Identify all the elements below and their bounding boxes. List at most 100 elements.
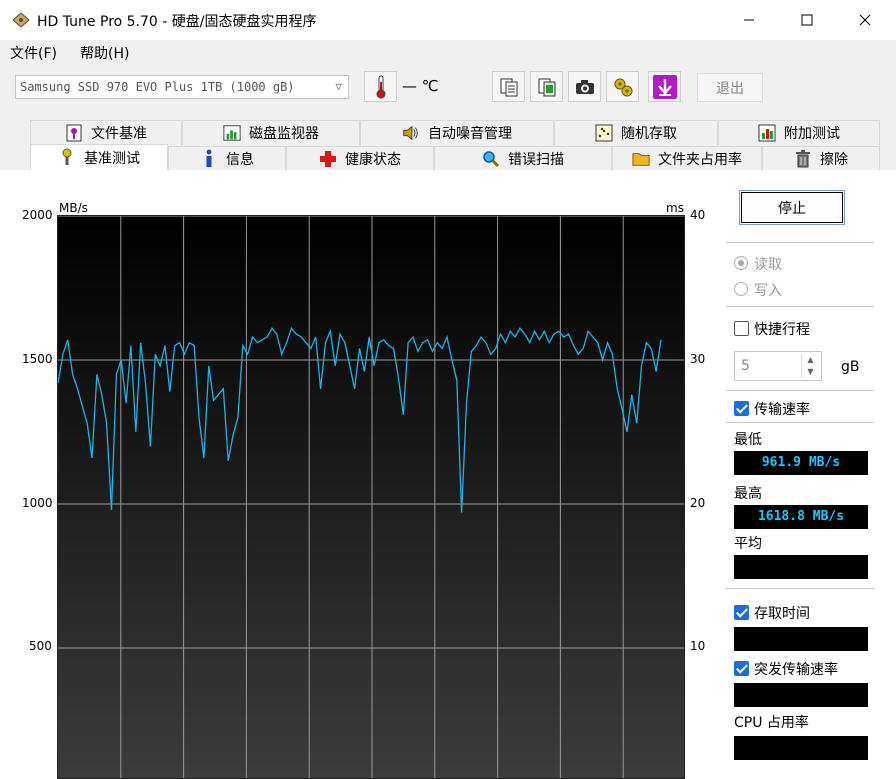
drive-select-value: Samsung SSD 970 EVO Plus 1TB (1000 gB) — [20, 80, 295, 94]
exit-button[interactable]: 退出 — [697, 73, 763, 102]
drive-select[interactable]: Samsung SSD 970 EVO Plus 1TB (1000 gB) ▽ — [15, 75, 349, 99]
chevron-down-icon: ▽ — [335, 80, 342, 93]
read-label: 读取 — [754, 257, 782, 273]
quick-stroke-value: 5 — [741, 358, 750, 374]
tab-folder-usage-label: 文件夹占用率 — [658, 152, 742, 168]
avg-value — [734, 555, 868, 579]
quick-stroke-label: 快捷行程 — [754, 322, 810, 338]
thermometer-icon — [376, 75, 385, 98]
divider — [726, 242, 874, 243]
write-label: 写入 — [754, 283, 782, 299]
tab-error-scan[interactable]: 错误扫描 — [434, 146, 612, 171]
close-icon — [859, 14, 871, 26]
health-cross-icon — [319, 150, 337, 168]
folder-icon — [632, 150, 650, 168]
access-time-label: 存取时间 — [754, 606, 810, 622]
menu-file[interactable]: 文件(F) — [10, 43, 57, 63]
camera-icon — [575, 79, 594, 94]
tab-info[interactable]: 信息 — [168, 146, 286, 171]
divider — [726, 390, 874, 391]
tab-disk-monitor[interactable]: 磁盘监视器 — [182, 120, 360, 145]
save-button[interactable] — [648, 71, 681, 102]
transfer-rate-chart — [58, 216, 684, 778]
left-tick-1000: 1000 — [22, 496, 53, 510]
read-radio[interactable] — [734, 256, 748, 270]
tab-health-label: 健康状态 — [345, 152, 401, 168]
settings-icon — [614, 78, 632, 96]
transfer-rate-checkbox[interactable] — [734, 401, 749, 416]
copy-text-button[interactable] — [492, 71, 525, 102]
stepper-up-icon[interactable]: ▲ — [802, 354, 819, 366]
extra-tests-icon — [758, 124, 776, 142]
max-value: 1618.8 MB/s — [734, 505, 868, 529]
stepper-arrows[interactable]: ▲ ▼ — [801, 354, 819, 378]
left-tick-500: 500 — [29, 639, 52, 653]
disk-app-icon — [12, 12, 30, 28]
minimize-button[interactable] — [720, 0, 778, 40]
cpu-usage-label: CPU 占用率 — [734, 715, 809, 731]
screenshot-button[interactable] — [568, 71, 601, 102]
hdtune-window: HD Tune Pro 5.70 - 硬盘/固态硬盘实用程序 文件(F) 帮助(… — [0, 0, 896, 779]
write-radio[interactable] — [734, 282, 748, 296]
tab-health[interactable]: 健康状态 — [286, 146, 434, 171]
benchmark-graph: MB/s ms 2000 1500 1000 500 40 30 20 10 — [0, 170, 720, 779]
left-axis-unit: MB/s — [59, 201, 88, 215]
plot-area — [57, 215, 685, 779]
tab-erase[interactable]: 擦除 — [762, 146, 880, 171]
right-axis-unit: ms — [666, 201, 684, 215]
right-tick-10: 10 — [690, 639, 706, 653]
toolbar: Samsung SSD 970 EVO Plus 1TB (1000 gB) ▽… — [0, 66, 896, 108]
tab-file-benchmark[interactable]: 文件基准 — [30, 120, 182, 145]
stop-button[interactable]: 停止 — [739, 190, 845, 225]
burst-rate-value — [734, 683, 868, 707]
burst-rate-checkbox[interactable] — [734, 661, 749, 676]
close-button[interactable] — [836, 0, 894, 40]
quick-stroke-stepper[interactable]: 5 ▲ ▼ — [734, 351, 822, 381]
quick-stroke-unit: gB — [841, 359, 860, 375]
temperature-readout: — ℃ — [402, 77, 439, 95]
tab-random-access[interactable]: 随机存取 — [554, 120, 718, 145]
options-button[interactable] — [606, 71, 639, 102]
window-title: HD Tune Pro 5.70 - 硬盘/固态硬盘实用程序 — [37, 14, 317, 30]
tab-benchmark[interactable]: 基准测试 — [30, 144, 168, 171]
file-benchmark-icon — [65, 124, 83, 142]
burst-rate-label: 突发传输速率 — [754, 662, 838, 678]
download-icon — [652, 74, 677, 99]
tab-benchmark-label: 基准测试 — [84, 151, 140, 167]
copy-text-icon — [500, 78, 517, 96]
tab-extra-tests-label: 附加测试 — [784, 126, 840, 142]
divider — [726, 588, 874, 589]
temperature-button[interactable] — [364, 71, 397, 102]
left-tick-2000: 2000 — [22, 208, 53, 222]
min-label: 最低 — [734, 432, 762, 448]
right-tick-20: 20 — [690, 496, 706, 510]
divider — [726, 306, 874, 307]
tab-aam-label: 自动噪音管理 — [428, 126, 512, 142]
speaker-icon — [402, 124, 420, 142]
tab-disk-monitor-label: 磁盘监视器 — [249, 126, 319, 142]
menu-bar: 文件(F) 帮助(H) — [0, 40, 896, 64]
quick-stroke-checkbox[interactable] — [734, 321, 749, 336]
cpu-usage-value — [734, 736, 868, 760]
tab-aam[interactable]: 自动噪音管理 — [360, 120, 554, 145]
tab-folder-usage[interactable]: 文件夹占用率 — [612, 146, 762, 171]
tab-extra-tests[interactable]: 附加测试 — [718, 120, 880, 145]
title-bar[interactable]: HD Tune Pro 5.70 - 硬盘/固态硬盘实用程序 — [0, 0, 896, 40]
menu-help[interactable]: 帮助(H) — [80, 43, 129, 63]
magnifier-icon — [482, 150, 500, 168]
minimize-icon — [744, 19, 754, 21]
random-access-icon — [595, 124, 613, 142]
tab-random-access-label: 随机存取 — [621, 126, 677, 142]
copy-screenshot-button[interactable] — [530, 71, 563, 102]
transfer-rate-label: 传输速率 — [754, 402, 810, 418]
access-time-checkbox[interactable] — [734, 605, 749, 620]
info-icon — [200, 149, 218, 168]
benchmark-icon — [58, 148, 76, 167]
stepper-down-icon[interactable]: ▼ — [802, 366, 819, 378]
copy-screenshot-icon — [538, 78, 555, 96]
access-time-value — [734, 627, 868, 651]
left-tick-1500: 1500 — [22, 352, 53, 366]
right-tick-40: 40 — [690, 208, 706, 222]
tab-info-label: 信息 — [226, 152, 254, 168]
maximize-button[interactable] — [778, 0, 836, 40]
